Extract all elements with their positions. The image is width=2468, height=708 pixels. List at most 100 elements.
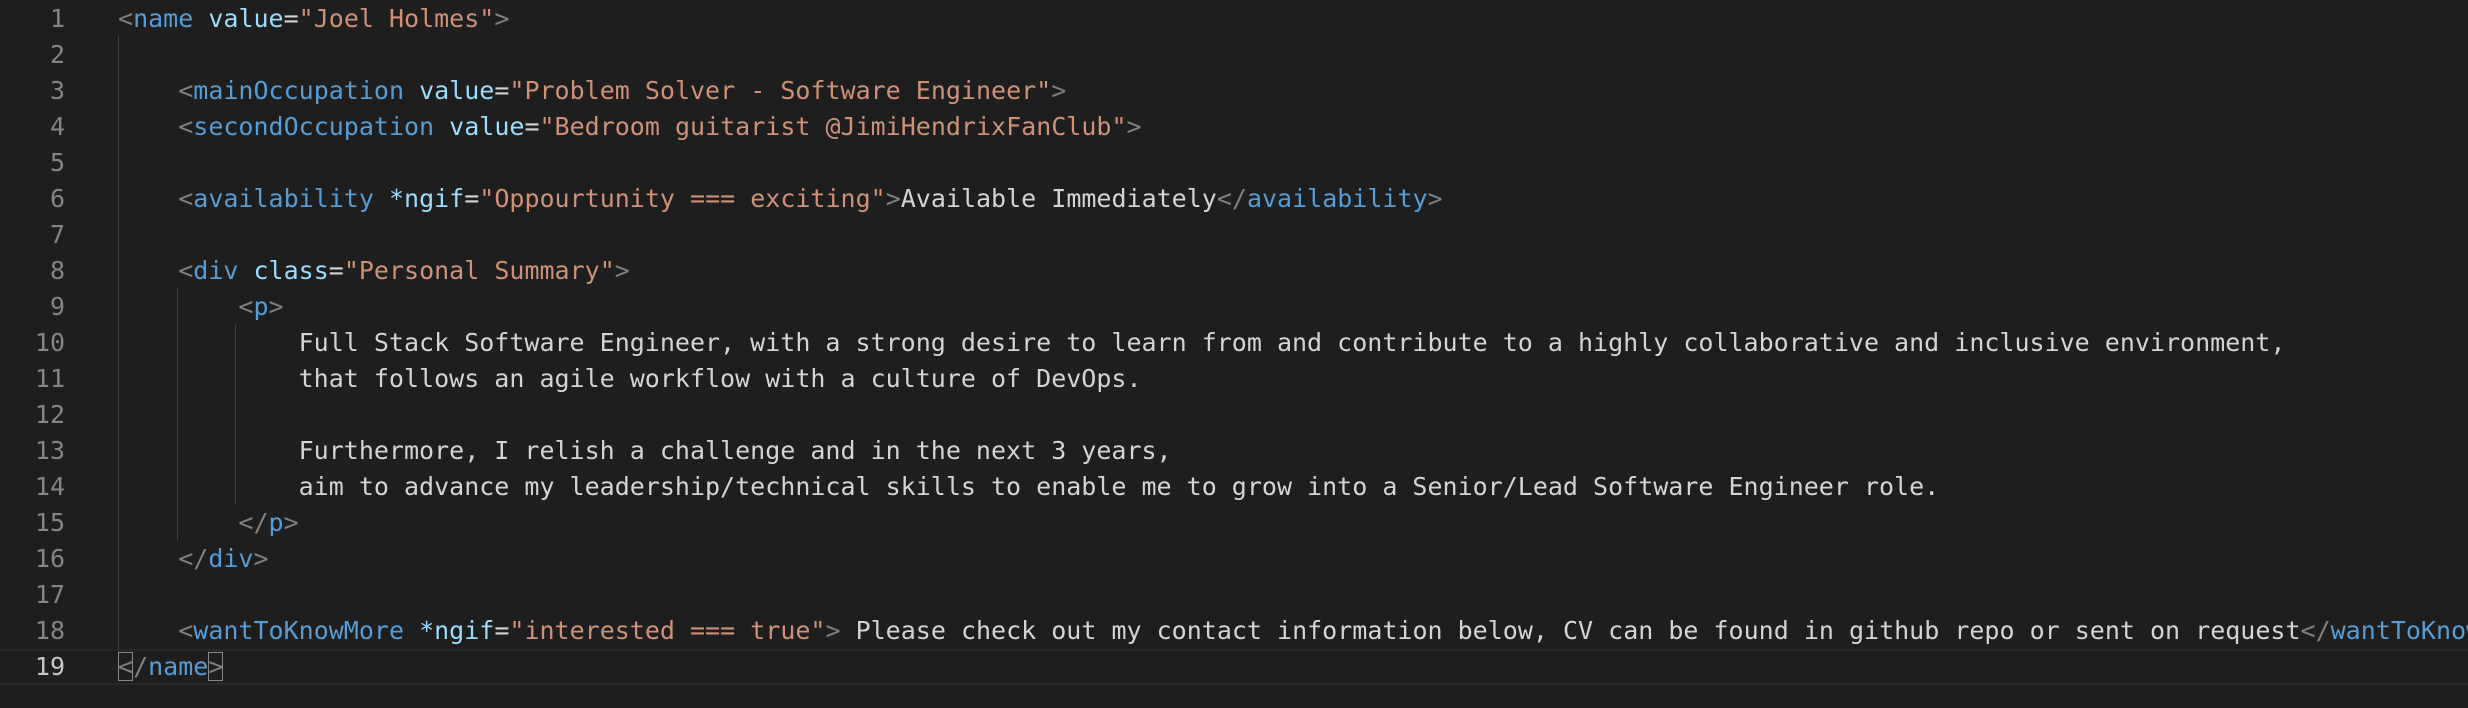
tag-bracket: > bbox=[494, 4, 510, 33]
tag-bracket: < bbox=[178, 76, 194, 105]
tag-name: div bbox=[208, 544, 254, 573]
indentation bbox=[118, 364, 299, 393]
code-content: <availability *ngif="Oppourtunity === ex… bbox=[118, 181, 1443, 217]
attribute-name: *ngif bbox=[419, 616, 495, 645]
code-line[interactable]: 16 </div> bbox=[0, 541, 2468, 577]
text-content bbox=[193, 4, 208, 33]
code-line[interactable]: 3 <mainOccupation value="Problem Solver … bbox=[0, 73, 2468, 109]
code-line[interactable]: 2 bbox=[0, 37, 2468, 73]
equals-sign: = bbox=[283, 4, 299, 33]
equals-sign: = bbox=[524, 112, 540, 141]
line-number: 4 bbox=[49, 112, 65, 141]
line-number: 13 bbox=[34, 436, 65, 465]
code-content: that follows an agile workflow with a cu… bbox=[118, 361, 1142, 397]
code-content: <div class="Personal Summary"> bbox=[118, 253, 630, 289]
text-content: Full Stack Software Engineer, with a str… bbox=[298, 328, 2286, 357]
code-content: <mainOccupation value="Problem Solver - … bbox=[118, 73, 1066, 109]
equals-sign: = bbox=[494, 616, 510, 645]
code-editor[interactable]: 1 <name value="Joel Holmes"> 2 3 <mainOccup… bbox=[0, 0, 2468, 708]
tag-name: wantToKnowMore bbox=[193, 616, 404, 645]
line-number: 10 bbox=[34, 328, 65, 357]
code-line[interactable]: 5 bbox=[0, 145, 2468, 181]
tag-name: availability bbox=[1246, 184, 1428, 213]
code-line[interactable]: 9 <p> bbox=[0, 289, 2468, 325]
code-line[interactable]: 6 <availability *ngif="Oppourtunity === … bbox=[0, 181, 2468, 217]
tag-bracket: > bbox=[1427, 184, 1443, 213]
code-content: <p> bbox=[118, 289, 283, 325]
tag-bracket: </ bbox=[238, 508, 269, 537]
attribute-value: "interested === true" bbox=[509, 616, 826, 645]
tag-name: div bbox=[193, 256, 239, 285]
code-line[interactable]: 17 bbox=[0, 577, 2468, 613]
tag-bracket: < bbox=[178, 256, 194, 285]
code-content: <secondOccupation value="Bedroom guitari… bbox=[118, 109, 1142, 145]
indentation bbox=[118, 436, 299, 465]
tag-name: name bbox=[133, 4, 194, 33]
tag-name: name bbox=[148, 652, 209, 681]
text-content bbox=[374, 184, 389, 213]
text-content: aim to advance my leadership/technical s… bbox=[298, 472, 1940, 501]
tag-bracket: < bbox=[118, 4, 134, 33]
line-number: 12 bbox=[34, 400, 65, 429]
tag-bracket: < bbox=[178, 616, 194, 645]
tag-name: p bbox=[268, 508, 284, 537]
line-number: 8 bbox=[49, 256, 65, 285]
attribute-value: "Personal Summary" bbox=[343, 256, 615, 285]
text-content bbox=[238, 256, 253, 285]
line-number: 17 bbox=[34, 580, 65, 609]
code-line[interactable]: 12 bbox=[0, 397, 2468, 433]
code-line[interactable]: 1 <name value="Joel Holmes"> bbox=[0, 1, 2468, 37]
code-content: </div> bbox=[118, 541, 268, 577]
code-line[interactable]: 19 </name> bbox=[0, 649, 2468, 685]
tag-bracket: < bbox=[178, 112, 194, 141]
tag-bracket: > bbox=[1051, 76, 1067, 105]
code-line[interactable]: 10 Full Stack Software Engineer, with a … bbox=[0, 325, 2468, 361]
code-content: Furthermore, I relish a challenge and in… bbox=[118, 433, 1172, 469]
tag-bracket: > bbox=[1126, 112, 1142, 141]
tag-bracket: > bbox=[885, 184, 901, 213]
text-content bbox=[404, 616, 419, 645]
text-content: that follows an agile workflow with a cu… bbox=[298, 364, 1142, 393]
indentation bbox=[118, 256, 178, 285]
line-number: 7 bbox=[49, 220, 65, 249]
code-line[interactable]: 8 <div class="Personal Summary"> bbox=[0, 253, 2468, 289]
text-content: Furthermore, I relish a challenge and in… bbox=[298, 436, 1172, 465]
tag-bracket: > bbox=[825, 616, 841, 645]
indentation bbox=[118, 616, 178, 645]
tag-name: availability bbox=[193, 184, 374, 213]
line-number: 5 bbox=[49, 148, 65, 177]
code-content: </name> bbox=[118, 649, 224, 685]
attribute-value: "Problem Solver - Software Engineer" bbox=[509, 76, 1052, 105]
line-number: 6 bbox=[49, 184, 65, 213]
attribute-name: value bbox=[449, 112, 525, 141]
text-content bbox=[434, 112, 449, 141]
indentation bbox=[118, 472, 299, 501]
attribute-name: class bbox=[253, 256, 329, 285]
tag-bracket: < bbox=[238, 292, 254, 321]
tag-bracket: </ bbox=[178, 544, 209, 573]
equals-sign: = bbox=[494, 76, 510, 105]
text-content: Available Immediately bbox=[900, 184, 1217, 213]
line-number: 16 bbox=[34, 544, 65, 573]
code-content: </p> bbox=[118, 505, 299, 541]
tag-bracket: > bbox=[283, 508, 299, 537]
code-line[interactable]: 4 <secondOccupation value="Bedroom guita… bbox=[0, 109, 2468, 145]
code-line[interactable]: 13 Furthermore, I relish a challenge and… bbox=[0, 433, 2468, 469]
code-line[interactable]: 14 aim to advance my leadership/technica… bbox=[0, 469, 2468, 505]
attribute-name: value bbox=[419, 76, 495, 105]
code-line[interactable]: 18 <wantToKnowMore *ngif="interested ===… bbox=[0, 613, 2468, 649]
tag-bracket: / bbox=[133, 652, 149, 681]
indentation bbox=[118, 184, 178, 213]
code-line[interactable]: 11 that follows an agile workflow with a… bbox=[0, 361, 2468, 397]
code-content: aim to advance my leadership/technical s… bbox=[118, 469, 1940, 505]
line-number: 19 bbox=[34, 652, 65, 681]
code-line[interactable]: 15 </p> bbox=[0, 505, 2468, 541]
indentation bbox=[118, 508, 238, 537]
attribute-name: *ngif bbox=[388, 184, 465, 213]
tag-bracket: </ bbox=[1216, 184, 1247, 213]
equals-sign: = bbox=[328, 256, 344, 285]
attribute-value: "Bedroom guitarist @JimiHendrixFanClub" bbox=[539, 112, 1127, 141]
code-line[interactable]: 7 bbox=[0, 217, 2468, 253]
code-content: <name value="Joel Holmes"> bbox=[118, 1, 509, 37]
line-number: 3 bbox=[49, 76, 65, 105]
